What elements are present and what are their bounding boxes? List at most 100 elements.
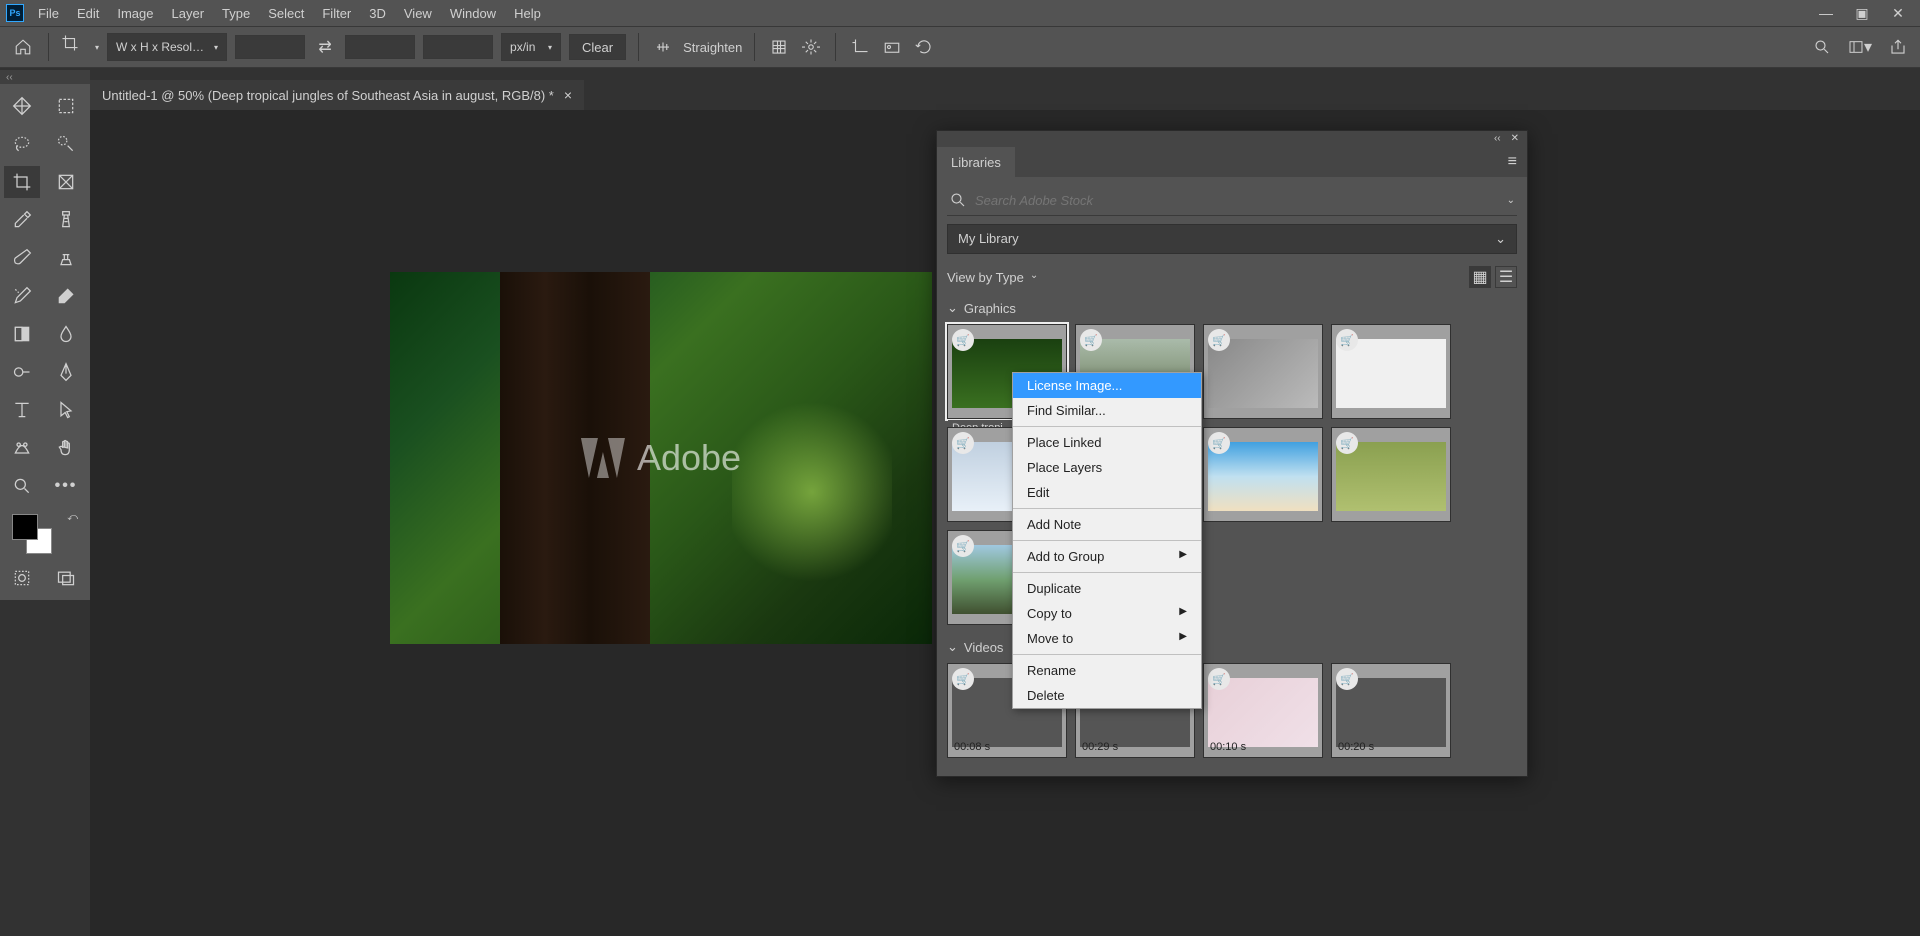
- context-menu-item[interactable]: Add Note: [1013, 512, 1201, 537]
- graphic-thumb[interactable]: 🛒: [1331, 324, 1451, 419]
- hand-tool[interactable]: [48, 432, 84, 464]
- cart-icon[interactable]: 🛒: [952, 535, 974, 557]
- overlay-grid-icon[interactable]: [767, 35, 791, 59]
- minimize-icon[interactable]: —: [1818, 5, 1834, 21]
- clone-stamp-tool[interactable]: [48, 242, 84, 274]
- options-gear-icon[interactable]: [799, 35, 823, 59]
- swap-dimensions-icon[interactable]: ⇄: [313, 35, 337, 59]
- crop-height-input[interactable]: [345, 35, 415, 59]
- close-icon[interactable]: ✕: [1890, 5, 1906, 21]
- cart-icon[interactable]: 🛒: [1208, 432, 1230, 454]
- share-icon[interactable]: [1886, 35, 1910, 59]
- quick-select-tool[interactable]: [48, 128, 84, 160]
- graphics-section-header[interactable]: ⌄ Graphics: [947, 296, 1517, 320]
- cart-icon[interactable]: 🛒: [952, 329, 974, 351]
- canvas-image[interactable]: Adobe: [390, 272, 932, 644]
- marquee-tool[interactable]: [48, 90, 84, 122]
- dock-collapse-strip[interactable]: ‹‹: [0, 70, 90, 84]
- menu-window[interactable]: Window: [450, 6, 496, 21]
- home-icon[interactable]: [10, 34, 36, 60]
- eraser-tool[interactable]: [48, 280, 84, 312]
- lasso-tool[interactable]: [4, 128, 40, 160]
- straighten-icon[interactable]: [651, 35, 675, 59]
- swap-colors-icon[interactable]: ⤺: [67, 512, 78, 523]
- context-menu-item[interactable]: Rename: [1013, 658, 1201, 683]
- crop-tool[interactable]: [4, 166, 40, 198]
- zoom-tool[interactable]: [4, 470, 40, 502]
- healing-brush-tool[interactable]: [48, 204, 84, 236]
- maximize-icon[interactable]: ▣: [1854, 5, 1870, 21]
- graphic-thumb[interactable]: 🛒: [1331, 427, 1451, 522]
- brush-tool[interactable]: [4, 242, 40, 274]
- screen-mode-tool[interactable]: [48, 562, 84, 594]
- context-menu-item[interactable]: Find Similar...: [1013, 398, 1201, 423]
- grid-view-icon[interactable]: ▦: [1469, 266, 1491, 288]
- clear-button[interactable]: Clear: [569, 34, 626, 60]
- crop-tool-icon[interactable]: [61, 34, 87, 60]
- eyedropper-tool[interactable]: [4, 204, 40, 236]
- menu-image[interactable]: Image: [117, 6, 153, 21]
- panel-menu-icon[interactable]: ≡: [1498, 147, 1527, 177]
- video-thumb[interactable]: 🛒00:10 s: [1203, 663, 1323, 758]
- menu-edit[interactable]: Edit: [77, 6, 99, 21]
- graphic-thumb[interactable]: 🛒: [1203, 324, 1323, 419]
- dodge-tool[interactable]: [4, 356, 40, 388]
- context-menu-item[interactable]: Copy to▶: [1013, 601, 1201, 626]
- menu-help[interactable]: Help: [514, 6, 541, 21]
- collapse-panel-icon[interactable]: ‹‹: [1494, 133, 1501, 145]
- menu-select[interactable]: Select: [268, 6, 304, 21]
- stock-search-input[interactable]: [975, 193, 1499, 208]
- content-aware-icon[interactable]: [880, 35, 904, 59]
- unit-dropdown[interactable]: px/in ▾: [501, 33, 561, 61]
- video-thumb[interactable]: 🛒00:20 s: [1331, 663, 1451, 758]
- document-tab[interactable]: Untitled-1 @ 50% (Deep tropical jungles …: [90, 80, 584, 110]
- context-menu-item[interactable]: License Image...: [1013, 373, 1201, 398]
- view-mode-dropdown[interactable]: View by Type ⌄: [947, 270, 1038, 285]
- workspace-icon[interactable]: ▾: [1848, 35, 1872, 59]
- crop-resolution-input[interactable]: [423, 35, 493, 59]
- close-panel-icon[interactable]: ✕: [1511, 133, 1519, 145]
- crop-preset-dropdown[interactable]: W x H x Resol… ▾: [107, 33, 227, 61]
- context-menu-item[interactable]: Duplicate: [1013, 576, 1201, 601]
- menu-file[interactable]: File: [38, 6, 59, 21]
- chevron-down-icon[interactable]: ▾: [95, 43, 99, 52]
- reset-icon[interactable]: [912, 35, 936, 59]
- cart-icon[interactable]: 🛒: [1336, 432, 1358, 454]
- blur-tool[interactable]: [48, 318, 84, 350]
- library-selector[interactable]: My Library ⌄: [947, 224, 1517, 254]
- color-swatches[interactable]: ⤺: [10, 512, 80, 552]
- menu-view[interactable]: View: [404, 6, 432, 21]
- context-menu-item[interactable]: Move to▶: [1013, 626, 1201, 651]
- quick-mask-tool[interactable]: [4, 562, 40, 594]
- context-menu-item[interactable]: Place Linked: [1013, 430, 1201, 455]
- pen-tool[interactable]: [48, 356, 84, 388]
- shape-tool[interactable]: [4, 432, 40, 464]
- search-dropdown-icon[interactable]: ⌄: [1507, 195, 1515, 206]
- context-menu-item[interactable]: Add to Group▶: [1013, 544, 1201, 569]
- search-icon[interactable]: [1810, 35, 1834, 59]
- cart-icon[interactable]: 🛒: [1336, 668, 1358, 690]
- cart-icon[interactable]: 🛒: [1208, 329, 1230, 351]
- cart-icon[interactable]: 🛒: [1208, 668, 1230, 690]
- frame-tool[interactable]: [48, 166, 84, 198]
- context-menu-item[interactable]: Place Layers: [1013, 455, 1201, 480]
- cart-icon[interactable]: 🛒: [1336, 329, 1358, 351]
- graphic-thumb[interactable]: 🛒: [1203, 427, 1323, 522]
- move-tool[interactable]: [4, 90, 40, 122]
- list-view-icon[interactable]: ☰: [1495, 266, 1517, 288]
- context-menu-item[interactable]: Delete: [1013, 683, 1201, 708]
- menu-layer[interactable]: Layer: [172, 6, 205, 21]
- path-select-tool[interactable]: [48, 394, 84, 426]
- edit-toolbar[interactable]: •••: [48, 470, 84, 502]
- cart-icon[interactable]: 🛒: [1080, 329, 1102, 351]
- close-tab-icon[interactable]: ×: [564, 87, 572, 103]
- context-menu-item[interactable]: Edit: [1013, 480, 1201, 505]
- menu-filter[interactable]: Filter: [322, 6, 351, 21]
- cart-icon[interactable]: 🛒: [952, 668, 974, 690]
- menu-type[interactable]: Type: [222, 6, 250, 21]
- gradient-tool[interactable]: [4, 318, 40, 350]
- history-brush-tool[interactable]: [4, 280, 40, 312]
- cart-icon[interactable]: 🛒: [952, 432, 974, 454]
- foreground-color[interactable]: [12, 514, 38, 540]
- type-tool[interactable]: [4, 394, 40, 426]
